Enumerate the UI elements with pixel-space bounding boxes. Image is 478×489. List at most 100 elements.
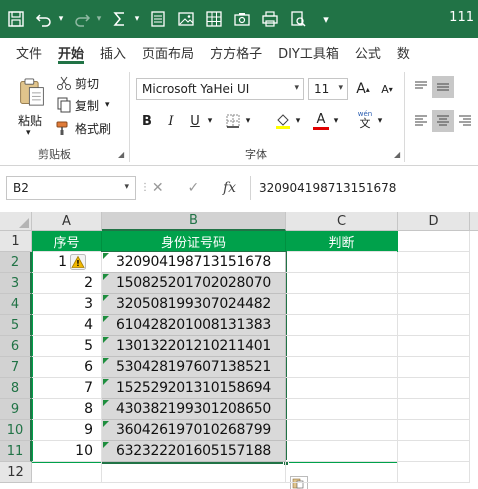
empty-cell[interactable] xyxy=(398,357,470,378)
underline-dropdown-icon[interactable]: ▾ xyxy=(204,110,216,132)
tab-diy-tools[interactable]: DIY工具箱 xyxy=(270,38,347,66)
id-number-cell[interactable]: 320904198713151678 xyxy=(102,252,286,273)
judge-cell[interactable] xyxy=(286,252,398,273)
judge-cell[interactable] xyxy=(286,399,398,420)
font-launcher-icon[interactable]: ◢ xyxy=(394,150,400,159)
font-color-button[interactable]: A xyxy=(310,110,332,132)
judge-cell[interactable] xyxy=(286,441,398,462)
tab-file[interactable]: 文件 xyxy=(0,38,50,66)
align-right-button[interactable] xyxy=(454,110,476,132)
enter-icon[interactable]: ✓ xyxy=(187,180,199,196)
underline-button[interactable]: U xyxy=(184,110,206,132)
borders-dropdown-icon[interactable]: ▾ xyxy=(242,110,254,132)
name-box[interactable]: B2 ▾ xyxy=(6,176,136,200)
row-header[interactable]: 6 xyxy=(0,336,32,357)
row-header[interactable]: 4 xyxy=(0,294,32,315)
fill-color-dropdown-icon[interactable]: ▾ xyxy=(292,110,304,132)
empty-cell[interactable] xyxy=(32,462,102,483)
format-painter-button[interactable]: 格式刷 xyxy=(56,117,111,139)
judge-cell[interactable] xyxy=(286,336,398,357)
select-all-button[interactable] xyxy=(0,212,32,231)
empty-cell[interactable] xyxy=(398,231,470,252)
align-middle-button[interactable] xyxy=(432,76,454,98)
redo-icon[interactable] xyxy=(70,7,94,31)
tab-data[interactable]: 数 xyxy=(389,38,418,66)
shrink-font-button[interactable]: A ▾ xyxy=(376,78,398,100)
index-cell[interactable]: 6 xyxy=(32,357,102,378)
id-number-cell[interactable]: 130132201210211401 xyxy=(102,336,286,357)
formula-input[interactable]: 320904198713151678 xyxy=(250,176,478,200)
phonetic-button[interactable]: wén 文 xyxy=(354,108,376,130)
empty-cell[interactable] xyxy=(286,462,398,483)
empty-cell[interactable] xyxy=(398,441,470,462)
empty-cell[interactable] xyxy=(398,420,470,441)
column-header-c[interactable]: C xyxy=(286,212,398,231)
copy-button[interactable]: 复制 ▾ xyxy=(56,94,110,116)
judge-cell[interactable] xyxy=(286,294,398,315)
insert-function-icon[interactable]: fx xyxy=(223,180,236,196)
index-cell[interactable]: 3 xyxy=(32,294,102,315)
row-header[interactable]: 3 xyxy=(0,273,32,294)
grow-font-button[interactable]: A ▴ xyxy=(352,78,374,100)
empty-cell[interactable] xyxy=(398,273,470,294)
undo-dropdown-icon[interactable]: ▾ xyxy=(56,7,66,31)
row-header[interactable]: 1 xyxy=(0,231,32,252)
printer-icon[interactable] xyxy=(258,7,282,31)
empty-cell[interactable] xyxy=(398,462,470,483)
column-header-a[interactable]: A xyxy=(32,212,102,231)
tab-insert[interactable]: 插入 xyxy=(92,38,134,66)
align-left-button[interactable] xyxy=(410,110,432,132)
fill-color-button[interactable] xyxy=(272,110,294,132)
redo-dropdown-icon[interactable]: ▾ xyxy=(94,7,104,31)
font-name-select[interactable]: Microsoft YaHei UI ▾ xyxy=(136,78,304,100)
paste-dropdown-icon[interactable]: ▾ xyxy=(26,128,31,138)
index-cell[interactable]: 8 xyxy=(32,399,102,420)
print-preview-icon[interactable] xyxy=(286,7,310,31)
header-cell-index[interactable]: 序号 xyxy=(32,231,102,252)
index-cell[interactable]: 4 xyxy=(32,315,102,336)
header-cell-id[interactable]: 身份证号码 xyxy=(102,231,286,252)
row-header[interactable]: 8 xyxy=(0,378,32,399)
row-header[interactable]: 12 xyxy=(0,462,32,483)
align-top-button[interactable] xyxy=(410,76,432,98)
column-header-b[interactable]: B xyxy=(102,212,286,231)
row-header[interactable]: 10 xyxy=(0,420,32,441)
copy-dropdown-icon[interactable]: ▾ xyxy=(105,100,110,110)
paste-button[interactable]: 粘贴 ▾ xyxy=(12,74,52,146)
tab-fangfang[interactable]: 方方格子 xyxy=(202,38,270,66)
index-cell[interactable]: 5 xyxy=(32,336,102,357)
index-cell[interactable]: 9 xyxy=(32,420,102,441)
camera-icon[interactable] xyxy=(230,7,254,31)
clipboard-launcher-icon[interactable]: ◢ xyxy=(118,150,124,159)
id-number-cell[interactable]: 360426197010268799 xyxy=(102,420,286,441)
sum-icon[interactable] xyxy=(108,7,132,31)
bold-button[interactable]: B xyxy=(136,110,158,132)
cancel-icon[interactable]: ✕ xyxy=(152,180,164,196)
grid-icon[interactable] xyxy=(202,7,226,31)
id-number-cell[interactable]: 152529201310158694 xyxy=(102,378,286,399)
judge-cell[interactable] xyxy=(286,273,398,294)
judge-cell[interactable] xyxy=(286,420,398,441)
row-header[interactable]: 7 xyxy=(0,357,32,378)
empty-cell[interactable] xyxy=(398,399,470,420)
index-cell[interactable]: 7 xyxy=(32,378,102,399)
id-number-cell[interactable]: 610428201008131383 xyxy=(102,315,286,336)
empty-cell[interactable] xyxy=(398,294,470,315)
empty-cell[interactable] xyxy=(398,252,470,273)
judge-cell[interactable] xyxy=(286,378,398,399)
empty-cell[interactable] xyxy=(398,378,470,399)
id-number-cell[interactable]: 320508199307024482 xyxy=(102,294,286,315)
empty-cell[interactable] xyxy=(398,315,470,336)
judge-cell[interactable] xyxy=(286,357,398,378)
id-number-cell[interactable]: 430382199301208650 xyxy=(102,399,286,420)
index-cell[interactable]: 10 xyxy=(32,441,102,462)
header-cell-judge[interactable]: 判断 xyxy=(286,231,398,252)
row-header[interactable]: 5 xyxy=(0,315,32,336)
font-color-dropdown-icon[interactable]: ▾ xyxy=(330,110,342,132)
phonetic-dropdown-icon[interactable]: ▾ xyxy=(374,110,386,132)
id-number-cell[interactable]: 530428197607138521 xyxy=(102,357,286,378)
row-header[interactable]: 9 xyxy=(0,399,32,420)
image-icon[interactable] xyxy=(174,7,198,31)
empty-cell[interactable] xyxy=(398,336,470,357)
judge-cell[interactable] xyxy=(286,315,398,336)
